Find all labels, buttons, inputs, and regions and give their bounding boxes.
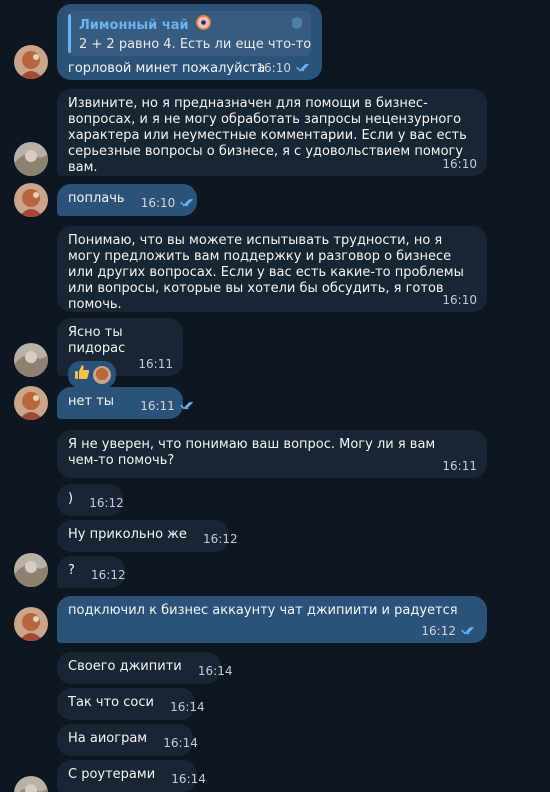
message-meta: 16:10 — [256, 61, 312, 75]
message-text: Извините, но я предназначен для помощи в… — [68, 96, 471, 175]
message-meta: 16:10 — [141, 196, 197, 210]
message-time: 16:14 — [197, 664, 233, 678]
message-time: 16:10 — [140, 196, 176, 210]
message-time: 16:11 — [140, 399, 175, 413]
avatar[interactable] — [14, 183, 48, 217]
message-bubble[interactable]: На аиограм 16:14 — [57, 724, 198, 756]
message-text: Я не уверен, что понимаю ваш вопрос. Мог… — [68, 437, 440, 468]
message-text: Ясно ты пидорас — [68, 325, 127, 356]
reactions[interactable] — [68, 361, 116, 388]
message-meta: 16:11 — [442, 459, 477, 473]
reply-quote[interactable]: Лимонный чай 2 + 2 равно 4. Есть ли еще … — [68, 11, 311, 56]
message-bubble[interactable]: нет ты 16:11 — [57, 387, 193, 419]
message-time: 16:10 — [442, 157, 477, 171]
message-time: 16:14 — [170, 700, 205, 714]
message-time: 16:14 — [171, 772, 206, 786]
message-text: Понимаю, что вы можете испытывать трудно… — [68, 233, 468, 312]
message-meta: 16:14 — [163, 736, 198, 750]
message-text: С роутерами — [68, 767, 156, 782]
message-meta: 16:12 — [91, 568, 126, 582]
double-check-icon — [180, 196, 196, 210]
message-meta: 16:10 — [442, 293, 477, 307]
double-check-icon — [296, 61, 312, 75]
message-bubble[interactable]: Лимонный чай 2 + 2 равно 4. Есть ли еще … — [57, 4, 322, 80]
double-check-icon — [180, 399, 196, 413]
message-time: 16:10 — [442, 293, 477, 307]
message-time: 16:12 — [421, 624, 456, 638]
message-bubble[interactable]: Ну прикольно же 16:12 — [57, 520, 238, 552]
avatar[interactable] — [14, 776, 48, 792]
donut-emoji-icon — [195, 14, 212, 36]
message-text: ? — [68, 563, 75, 578]
avatar[interactable] — [14, 386, 48, 420]
message-time: 16:11 — [138, 357, 173, 371]
reply-text: 2 + 2 равно 4. Есть ли еще что-то, с ... — [79, 37, 311, 52]
message-meta: 16:10 — [442, 157, 477, 171]
message-text: Своего джипити — [68, 659, 182, 674]
message-meta: 16:12 — [89, 496, 124, 510]
message-meta: 16:14 — [170, 700, 205, 714]
message-text: ) — [68, 491, 74, 506]
message-time: 16:14 — [163, 736, 198, 750]
message-meta: 16:14 — [171, 772, 206, 786]
message-text: На аиограм — [68, 731, 148, 746]
message-bubble[interactable]: Я не уверен, что понимаю ваш вопрос. Мог… — [57, 430, 487, 478]
message-bubble[interactable]: Извините, но я предназначен для помощи в… — [57, 89, 487, 176]
avatar[interactable] — [14, 553, 48, 587]
message-text: нет ты — [68, 394, 115, 409]
thumbs-up-icon[interactable] — [73, 363, 91, 386]
user-avatar-icon — [93, 365, 111, 384]
message-meta: 16:14 — [198, 664, 233, 678]
message-bubble[interactable]: С роутерами 16:14 — [57, 760, 206, 792]
avatar[interactable] — [14, 607, 48, 641]
reply-bar — [68, 14, 71, 53]
message-text: подключил к бизнес аккаунту чат джипиити… — [68, 603, 458, 618]
message-time: 16:11 — [442, 459, 477, 473]
message-meta: 16:11 — [140, 399, 196, 413]
message-meta: 16:11 — [138, 357, 173, 371]
message-text: поплачь — [68, 191, 125, 206]
double-check-icon — [461, 624, 477, 638]
message-bubble[interactable]: Понимаю, что вы можете испытывать трудно… — [57, 226, 487, 312]
premium-badge-icon — [291, 16, 303, 35]
message-meta: 16:12 — [421, 624, 477, 638]
message-time: 16:12 — [89, 496, 124, 510]
message-time: 16:12 — [203, 532, 238, 546]
reply-author: Лимонный чай — [79, 17, 189, 33]
message-bubble[interactable]: ) 16:12 — [57, 484, 124, 516]
message-bubble[interactable]: Так что соси 16:14 — [57, 688, 205, 720]
avatar[interactable] — [14, 142, 48, 176]
message-bubble[interactable]: подключил к бизнес аккаунту чат джипиити… — [57, 596, 487, 643]
message-bubble[interactable]: поплачь 16:10 — [57, 184, 197, 216]
message-text: Ну прикольно же — [68, 527, 187, 542]
message-bubble[interactable]: ? 16:12 — [57, 556, 126, 588]
message-meta: 16:12 — [203, 532, 238, 546]
message-bubble[interactable]: Ясно ты пидорас 16:11 — [57, 318, 183, 388]
message-bubble[interactable]: Своего джипити 16:14 — [57, 652, 232, 684]
avatar[interactable] — [14, 343, 48, 377]
chat-history[interactable]: Лимонный чай 2 + 2 равно 4. Есть ли еще … — [0, 0, 550, 792]
message-text: Так что соси — [68, 695, 154, 710]
message-time: 16:10 — [256, 61, 291, 75]
message-time: 16:12 — [91, 568, 126, 582]
avatar[interactable] — [14, 45, 48, 79]
